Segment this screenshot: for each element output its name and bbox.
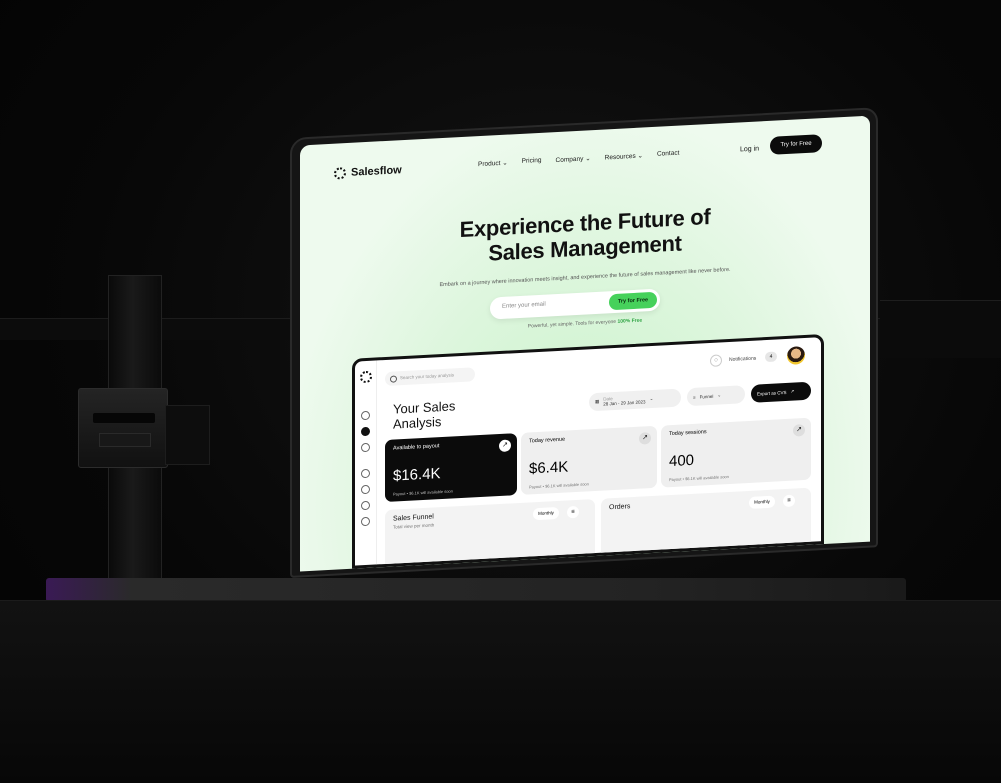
nav-item-resources[interactable]: Resources ⌄	[605, 152, 643, 162]
monitor: Salesflow Product ⌄ Pricing Company ⌄ Re…	[290, 107, 878, 578]
arrow-up-right-icon[interactable]: ↗	[793, 424, 805, 437]
page-title: Your Sales Analysis	[393, 398, 456, 432]
user-icon[interactable]	[361, 468, 370, 479]
sidebar	[355, 360, 377, 566]
nav-item-contact[interactable]: Contact	[657, 150, 679, 159]
monitor-clamp	[78, 388, 168, 468]
chevron-down-icon: ⌄	[717, 392, 722, 398]
orders-panel: Orders Monthly ≡	[601, 487, 811, 559]
grid-icon[interactable]	[361, 426, 370, 437]
email-input[interactable]: Enter your email	[502, 302, 546, 310]
monitor-clamp-joint	[165, 405, 210, 465]
login-link[interactable]: Log in	[740, 145, 759, 153]
nav-menu: Product ⌄ Pricing Company ⌄ Resources ⌄ …	[478, 150, 679, 169]
calendar-icon: ▦	[595, 398, 600, 405]
filter-icon[interactable]: ≡	[783, 494, 795, 508]
scene: Salesflow Product ⌄ Pricing Company ⌄ Re…	[0, 0, 1001, 783]
arrow-up-right-icon: ↗	[790, 388, 795, 394]
notifications-count: 4	[765, 351, 777, 363]
site-nav: Salesflow Product ⌄ Pricing Company ⌄ Re…	[300, 116, 870, 194]
email-form: Enter your email Try for Free	[490, 288, 660, 320]
screen: Salesflow Product ⌄ Pricing Company ⌄ Re…	[300, 115, 870, 572]
desk-edge	[46, 578, 906, 602]
desk	[0, 600, 1001, 783]
folder-icon[interactable]	[361, 484, 370, 495]
chevron-down-icon: ⌄	[585, 155, 591, 163]
email-submit-button[interactable]: Try for Free	[609, 291, 657, 311]
notifications-label[interactable]: Notifications	[729, 356, 756, 363]
nav-item-product[interactable]: Product ⌄	[478, 159, 508, 169]
chat-icon[interactable]	[361, 500, 370, 511]
search-input[interactable]: Search your today analysis	[385, 367, 475, 387]
arrow-up-right-icon[interactable]: ↗	[499, 439, 511, 453]
chevron-down-icon: ⌄	[649, 395, 654, 402]
funnel-select[interactable]: ≡ Funnel ⌄	[687, 385, 745, 407]
arrow-up-right-icon[interactable]: ↗	[639, 432, 651, 445]
bell-icon[interactable]	[361, 442, 370, 453]
date-picker[interactable]: ▦ Date 28 Jan - 29 Jan 2023 ⌄	[589, 388, 681, 412]
brand[interactable]: Salesflow	[334, 164, 402, 180]
export-button[interactable]: Export as CVS ↗	[751, 381, 811, 403]
logo-icon	[334, 167, 346, 180]
home-icon[interactable]	[361, 410, 370, 421]
avatar[interactable]	[787, 346, 805, 365]
filter-icon: ≡	[693, 394, 696, 400]
settings-icon[interactable]	[361, 516, 370, 527]
brand-name: Salesflow	[351, 164, 402, 179]
try-free-button[interactable]: Try for Free	[770, 134, 822, 155]
sessions-card[interactable]: Today sessions ↗ 400 Payout • $6.1K will…	[661, 417, 811, 488]
revenue-card[interactable]: Today revenue ↗ $6.4K Payout • $6.1K wil…	[521, 425, 657, 495]
bell-icon[interactable]: ◌	[710, 354, 722, 367]
nav-item-company[interactable]: Company ⌄	[556, 154, 591, 164]
period-select[interactable]: Monthly	[749, 495, 775, 509]
nav-item-pricing[interactable]: Pricing	[522, 157, 542, 166]
payout-card[interactable]: Available to payout ↗ $16.4K Payout • $6…	[385, 433, 517, 503]
chevron-down-icon: ⌄	[637, 152, 643, 160]
sales-funnel-panel: Sales Funnel Total view per month Monthl…	[385, 499, 595, 569]
period-select[interactable]: Monthly	[533, 506, 559, 521]
logo-icon	[360, 370, 372, 384]
chevron-down-icon: ⌄	[502, 159, 508, 167]
dashboard-preview: Search your today analysis ◌ Notificatio…	[352, 334, 824, 569]
wall-arm-right	[880, 300, 1001, 358]
